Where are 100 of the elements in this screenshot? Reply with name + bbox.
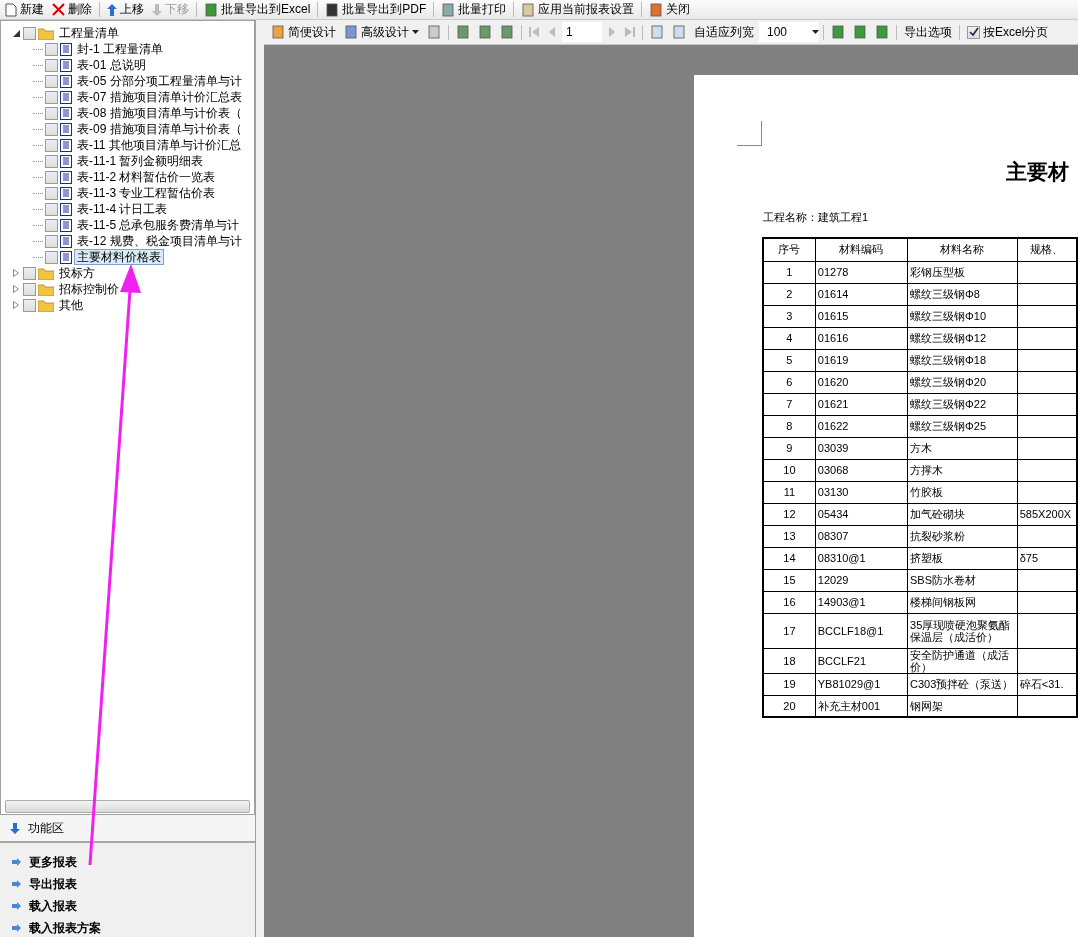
delete-icon [52, 3, 65, 16]
checkbox[interactable] [23, 282, 36, 296]
function-link[interactable]: 载入报表方案 [12, 919, 255, 937]
tree-item[interactable]: 表-11-4 计日工表 [74, 201, 171, 217]
checkbox[interactable] [45, 218, 58, 232]
report-icon [60, 106, 72, 120]
checkbox[interactable] [45, 122, 58, 136]
table-cell: 03039 [815, 437, 908, 459]
table-cell: 03130 [815, 481, 908, 503]
checkbox[interactable] [45, 202, 58, 216]
expand-icon[interactable] [11, 300, 21, 310]
toolbar-button[interactable]: 新建 [2, 0, 47, 19]
report-icon [60, 74, 72, 88]
table-cell: BCCLF18@1 [815, 613, 908, 648]
table-cell: 6 [763, 371, 816, 393]
table-cell: 楼梯间钢板网 [907, 591, 1018, 613]
report-icon [60, 202, 72, 216]
tree-item[interactable]: 表-11 其他项目清单与计价汇总 [74, 137, 244, 153]
checkbox[interactable] [45, 74, 58, 88]
table-cell: 2 [763, 283, 816, 305]
table-cell: 05434 [815, 503, 908, 525]
folder-icon [38, 26, 54, 40]
tree-item[interactable]: 封-1 工程量清单 [74, 41, 166, 57]
toolbar-button[interactable]: 上移 [104, 0, 147, 19]
checkbox[interactable] [45, 138, 58, 152]
checkbox[interactable] [45, 106, 58, 120]
toolbar-button[interactable]: 应用当前报表设置 [518, 0, 638, 19]
tree-item[interactable]: 其他 [56, 297, 86, 313]
column-header: 材料名称 [907, 238, 1018, 261]
table-cell: 01614 [815, 283, 908, 305]
tree-item[interactable]: 工程量清单 [56, 25, 122, 41]
report-icon [60, 122, 72, 136]
table-cell: 方撑木 [907, 459, 1018, 481]
checkbox[interactable] [45, 154, 58, 168]
expand-icon[interactable] [11, 268, 21, 278]
checkbox[interactable] [23, 26, 36, 40]
down-arrow-icon [10, 822, 20, 834]
toolbar-button[interactable]: 批量导出到Excel [201, 0, 314, 19]
checkbox[interactable] [45, 42, 58, 56]
checkbox[interactable] [45, 170, 58, 184]
table-cell: BCCLF21 [815, 648, 908, 673]
table-cell: 1 [763, 261, 816, 283]
table-cell: 01615 [815, 305, 908, 327]
arrow-icon [12, 858, 21, 866]
tree-item[interactable]: 表-07 措施项目清单计价汇总表 [74, 89, 245, 105]
tree-item[interactable]: 表-09 措施项目清单与计价表（ [74, 121, 245, 137]
checkbox[interactable] [45, 90, 58, 104]
table-cell: 3 [763, 305, 816, 327]
function-link[interactable]: 导出报表 [12, 875, 255, 893]
checkbox[interactable] [45, 186, 58, 200]
previous-page-icon [547, 27, 557, 37]
table-cell: C303预拌砼（泵送） [907, 673, 1018, 695]
table-cell: YB81029@1 [815, 673, 908, 695]
tree-item[interactable]: 投标方 [56, 265, 98, 281]
function-link[interactable]: 更多报表 [12, 853, 255, 871]
checkbox[interactable] [23, 266, 36, 280]
report-icon [60, 218, 72, 232]
tree-item[interactable]: 表-11-5 总承包服务费清单与计 [74, 217, 243, 233]
fit-columns-button[interactable]: 自适应列宽 [691, 23, 757, 41]
tree-item[interactable]: 主要材料价格表 [74, 249, 164, 265]
table-cell: 01622 [815, 415, 908, 437]
table-cell: 螺纹三级钢Φ25 [907, 415, 1018, 437]
expand-icon[interactable] [11, 284, 21, 294]
checkbox[interactable] [23, 298, 36, 312]
table-cell: 彩钢压型板 [907, 261, 1018, 283]
export-options-button[interactable]: 导出选项 [901, 23, 955, 41]
advanced-design-button[interactable]: 高级设计 [341, 23, 422, 41]
tree-item[interactable]: 表-11-3 专业工程暂估价表 [74, 185, 219, 201]
simple-design-button[interactable]: 简便设计 [268, 23, 339, 41]
checkbox[interactable] [45, 58, 58, 72]
table-cell: 挤塑板 [907, 547, 1018, 569]
toolbar-button[interactable]: 关闭 [646, 0, 694, 19]
tree-item[interactable]: 表-12 规费、税金项目清单与计 [74, 233, 245, 249]
project-name: 工程名称：建筑工程1 [763, 210, 870, 225]
zoom-dropdown[interactable]: 100 [759, 22, 819, 42]
table-cell: 4 [763, 327, 816, 349]
toolbar-button[interactable]: 批量导出到PDF [322, 0, 430, 19]
table-cell: 17 [763, 613, 816, 648]
tree-item[interactable]: 表-01 总说明 [74, 57, 149, 73]
table-cell: 方木 [907, 437, 1018, 459]
tree-item[interactable]: 表-11-2 材料暂估价一览表 [74, 169, 219, 185]
tree-item[interactable]: 表-08 措施项目清单与计价表（ [74, 105, 245, 121]
function-link[interactable]: 载入报表 [12, 897, 255, 915]
horizontal-scrollbar[interactable] [0, 799, 255, 815]
toolbar-button[interactable]: 批量打印 [438, 0, 510, 19]
tree-item[interactable]: 表-11-1 暂列金额明细表 [74, 153, 207, 169]
checkbox[interactable] [45, 234, 58, 248]
table-cell: 08310@1 [815, 547, 908, 569]
page-number-field[interactable]: 1 [562, 22, 602, 42]
toolbar-button[interactable]: 删除 [49, 0, 95, 19]
tree-item[interactable]: 招标控制价 [56, 281, 122, 297]
down-arrow-icon [152, 3, 162, 16]
checkbox[interactable] [45, 250, 58, 264]
column-header: 材料编码 [815, 238, 908, 261]
table-cell: 竹胶板 [907, 481, 1018, 503]
collapse-icon[interactable] [11, 28, 21, 38]
tree-item[interactable]: 表-05 分部分项工程量清单与计 [74, 73, 245, 89]
table-cell: 螺纹三级钢Φ18 [907, 349, 1018, 371]
excel-paging-checkbox[interactable]: 按Excel分页 [964, 23, 1052, 41]
table-cell: 03068 [815, 459, 908, 481]
